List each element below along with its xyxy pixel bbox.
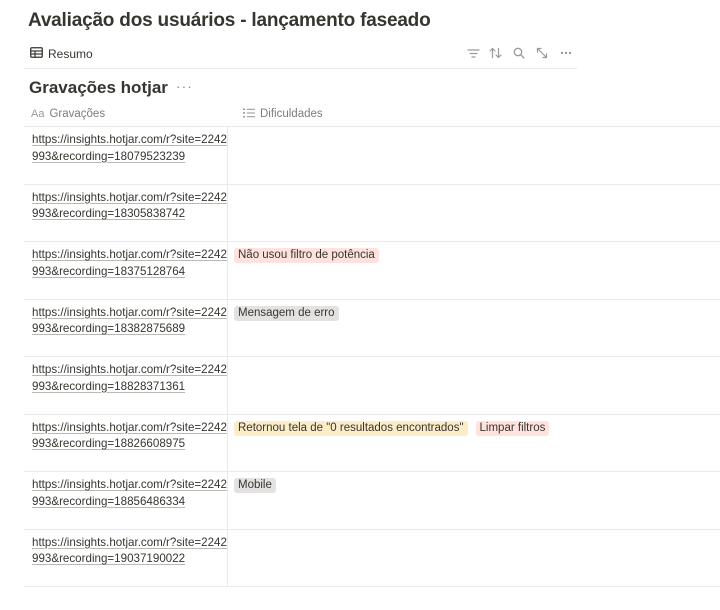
database-title[interactable]: Gravações hotjar xyxy=(29,78,168,98)
difficulty-tag: Não usou filtro de potência xyxy=(234,248,379,263)
difficulty-tag: Mensagem de erro xyxy=(234,305,339,321)
view-tab-label: Resumo xyxy=(48,47,93,61)
recording-link[interactable]: https://insights.hotjar.com/r?site=22429… xyxy=(32,535,228,568)
gravacao-cell: https://insights.hotjar.com/r?site=22429… xyxy=(24,414,228,471)
gravacao-cell: https://insights.hotjar.com/r?site=22429… xyxy=(24,529,228,586)
page-title: Avaliação dos usuários - lançamento fase… xyxy=(28,10,431,31)
table-header: Aa Gravações Dificuldades xyxy=(24,102,720,127)
table-row[interactable]: https://insights.hotjar.com/r?site=22429… xyxy=(24,184,720,242)
recording-link[interactable]: https://insights.hotjar.com/r?site=22429… xyxy=(32,362,228,395)
recording-link[interactable]: https://insights.hotjar.com/r?site=22429… xyxy=(32,247,228,280)
recording-link[interactable]: https://insights.hotjar.com/r?site=22429… xyxy=(32,477,228,510)
gravacao-cell: https://insights.hotjar.com/r?site=22429… xyxy=(24,242,228,299)
view-bar: Resumo xyxy=(24,40,577,69)
gravacao-cell: https://insights.hotjar.com/r?site=22429… xyxy=(24,357,228,414)
dificuldades-cell[interactable]: Retornou tela de "0 resultados encontrad… xyxy=(228,415,720,472)
table-row[interactable]: https://insights.hotjar.com/r?site=22429… xyxy=(24,529,720,587)
database-table: Aa Gravações Dificuldades https://insigh… xyxy=(24,102,720,587)
gravacao-cell: https://insights.hotjar.com/r?site=22429… xyxy=(24,127,228,184)
more-icon[interactable] xyxy=(558,45,574,61)
search-icon[interactable] xyxy=(511,45,527,61)
recording-link[interactable]: https://insights.hotjar.com/r?site=22429… xyxy=(32,190,228,223)
gravacao-cell: https://insights.hotjar.com/r?site=22429… xyxy=(24,299,228,356)
difficulty-tag: Retornou tela de "0 resultados encontrad… xyxy=(234,420,468,436)
table-row[interactable]: https://insights.hotjar.com/r?site=22429… xyxy=(24,299,720,357)
column-header-dificuldades[interactable]: Dificuldades xyxy=(236,102,323,126)
dificuldades-cell[interactable] xyxy=(228,127,720,184)
table-row[interactable]: https://insights.hotjar.com/r?site=22429… xyxy=(24,414,720,472)
database-header: Gravações hotjar ··· xyxy=(29,78,193,98)
recording-link[interactable]: https://insights.hotjar.com/r?site=22429… xyxy=(32,132,228,165)
table-row[interactable]: https://insights.hotjar.com/r?site=22429… xyxy=(24,357,720,415)
table-row[interactable]: https://insights.hotjar.com/r?site=22429… xyxy=(24,127,720,185)
text-property-icon: Aa xyxy=(31,108,45,120)
table-row[interactable]: https://insights.hotjar.com/r?site=22429… xyxy=(24,472,720,530)
dificuldades-cell[interactable] xyxy=(228,185,720,242)
column-header-label: Dificuldades xyxy=(260,108,323,120)
expand-icon[interactable] xyxy=(534,45,550,61)
dificuldades-cell[interactable]: Mensagem de erro xyxy=(228,300,720,357)
difficulty-tag: Limpar filtros xyxy=(475,420,550,436)
table-body: https://insights.hotjar.com/r?site=22429… xyxy=(24,127,720,587)
gravacao-cell: https://insights.hotjar.com/r?site=22429… xyxy=(24,184,228,241)
difficulty-tag: Mobile xyxy=(234,478,276,493)
table-icon xyxy=(30,47,43,61)
list-icon xyxy=(243,108,255,121)
view-tab-resumo[interactable]: Resumo xyxy=(30,45,93,63)
dificuldades-cell[interactable] xyxy=(228,530,720,587)
gravacao-cell: https://insights.hotjar.com/r?site=22429… xyxy=(24,472,228,529)
filter-icon[interactable] xyxy=(465,45,481,61)
recording-link[interactable]: https://insights.hotjar.com/r?site=22429… xyxy=(32,305,228,338)
column-header-label: Gravações xyxy=(49,108,106,120)
dificuldades-cell[interactable]: Mobile xyxy=(228,472,720,529)
table-row[interactable]: https://insights.hotjar.com/r?site=22429… xyxy=(24,242,720,300)
column-header-gravacoes[interactable]: Aa Gravações xyxy=(24,102,236,126)
recording-link[interactable]: https://insights.hotjar.com/r?site=22429… xyxy=(32,420,228,453)
database-more-button[interactable]: ··· xyxy=(176,79,193,93)
dificuldades-cell[interactable] xyxy=(228,357,720,414)
sort-icon[interactable] xyxy=(487,45,503,61)
dificuldades-cell[interactable]: Não usou filtro de potência xyxy=(228,242,720,299)
